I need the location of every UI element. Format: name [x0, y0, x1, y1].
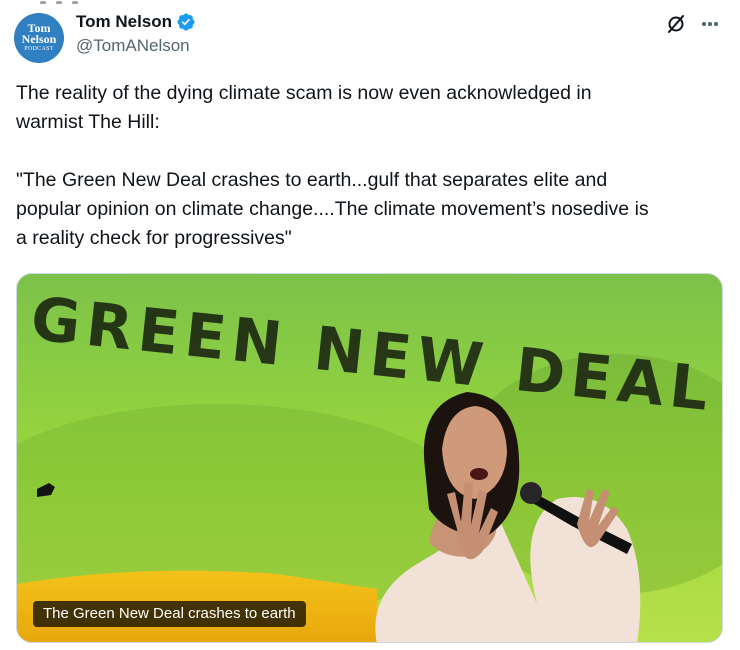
author-info: Tom Nelson @TomANelson [76, 10, 196, 56]
tweet-card[interactable]: Tom Nelson PODCAST Tom Nelson @TomANelso… [0, 0, 740, 650]
display-name-row: Tom Nelson [76, 10, 196, 34]
tweet-media-card[interactable]: GREEN NEW DEAL The Green New Deal crashe… [16, 273, 723, 643]
more-icon[interactable] [698, 12, 722, 36]
previous-item-fragment [40, 0, 160, 4]
tweet-text: The reality of the dying climate scam is… [16, 79, 728, 253]
avatar-text-line-2: Nelson [21, 32, 57, 46]
media-caption[interactable]: The Green New Deal crashes to earth [33, 601, 306, 627]
verified-badge-icon[interactable] [176, 12, 196, 32]
tweet-paragraph-1: The reality of the dying climate scam is… [16, 82, 592, 133]
avatar[interactable]: Tom Nelson PODCAST [14, 13, 64, 63]
grok-icon[interactable] [664, 12, 688, 36]
avatar-text-line-3: PODCAST [24, 46, 54, 52]
tweet-paragraph-2: "The Green New Deal crashes to earth...g… [16, 169, 649, 249]
handle[interactable]: @TomANelson [76, 36, 196, 56]
display-name[interactable]: Tom Nelson [76, 12, 172, 32]
